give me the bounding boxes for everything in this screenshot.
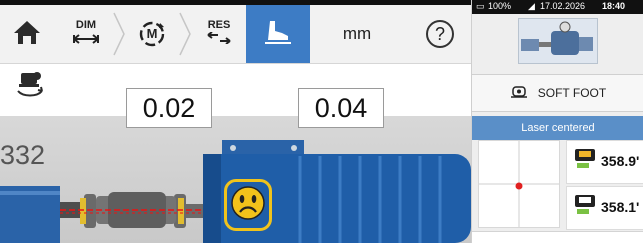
status-time: 18:40 — [602, 1, 626, 11]
soft-foot-title: SOFT FOOT — [537, 86, 607, 100]
measure-rotate-icon: M — [136, 18, 168, 50]
sad-face-icon — [230, 185, 266, 226]
machine-thumbnail[interactable] — [518, 18, 598, 64]
battery-icon: ▭ — [476, 1, 485, 11]
soft-foot-small-icon — [510, 85, 528, 102]
toolbar-separator — [179, 12, 191, 56]
side-value-text: 332 — [0, 140, 46, 170]
soft-foot-header: SOFT FOOT — [472, 74, 643, 112]
main-toolbar: DIM M RES mm ? — [0, 5, 471, 64]
soft-foot-value-left[interactable]: 0.02 — [126, 88, 212, 128]
laser-target-grid — [478, 140, 560, 228]
measure-label: M — [146, 26, 158, 41]
soft-foot-icon — [263, 19, 293, 50]
machine-swap-icon — [15, 70, 45, 103]
soft-foot-tab-button[interactable] — [246, 5, 310, 63]
units-label: mm — [342, 24, 372, 43]
signal-icon: ◢ — [528, 1, 535, 11]
laser-target-crosshair — [479, 141, 559, 227]
home-icon — [12, 18, 42, 51]
results-icon — [206, 30, 232, 49]
help-icon: ? — [426, 20, 454, 48]
dim-arrows-icon — [73, 31, 99, 49]
sensor-icon — [573, 193, 597, 220]
laser-status-bar: Laser centered — [472, 116, 643, 140]
units-button[interactable]: mm — [332, 5, 382, 63]
dim-button[interactable]: DIM — [64, 5, 108, 63]
right-panel: ▭ 100% ◢ 17.02.2026 18:40 SOFT FOOT Lase… — [471, 0, 643, 244]
detector-reading-top: 358.9' — [566, 140, 643, 184]
status-bar: ▭ 100% ◢ 17.02.2026 18:40 — [472, 0, 643, 14]
toolbar-separator — [113, 12, 125, 56]
machine-thumbnail-icon — [521, 21, 593, 55]
soft-foot-value-right[interactable]: 0.04 — [298, 88, 384, 128]
results-label: RES — [207, 18, 231, 31]
panel-bottom-strip — [472, 231, 643, 244]
home-button[interactable] — [0, 5, 54, 63]
detector-value-bottom: 358.1' — [601, 199, 640, 215]
machine-swap-button[interactable] — [10, 66, 50, 106]
detector-value-top: 358.9' — [601, 153, 640, 169]
sensor-icon — [573, 147, 597, 174]
help-button[interactable]: ? — [418, 5, 462, 63]
battery-level: 100% — [488, 1, 512, 11]
dim-label: DIM — [75, 18, 97, 31]
help-label: ? — [434, 23, 445, 44]
results-button[interactable]: RES — [196, 5, 242, 63]
status-date: 17.02.2026 — [540, 1, 586, 11]
detector-reading-bottom: 358.1' — [566, 186, 643, 230]
measure-button[interactable]: M — [130, 5, 174, 63]
sad-face-foot-indicator[interactable] — [224, 179, 272, 231]
